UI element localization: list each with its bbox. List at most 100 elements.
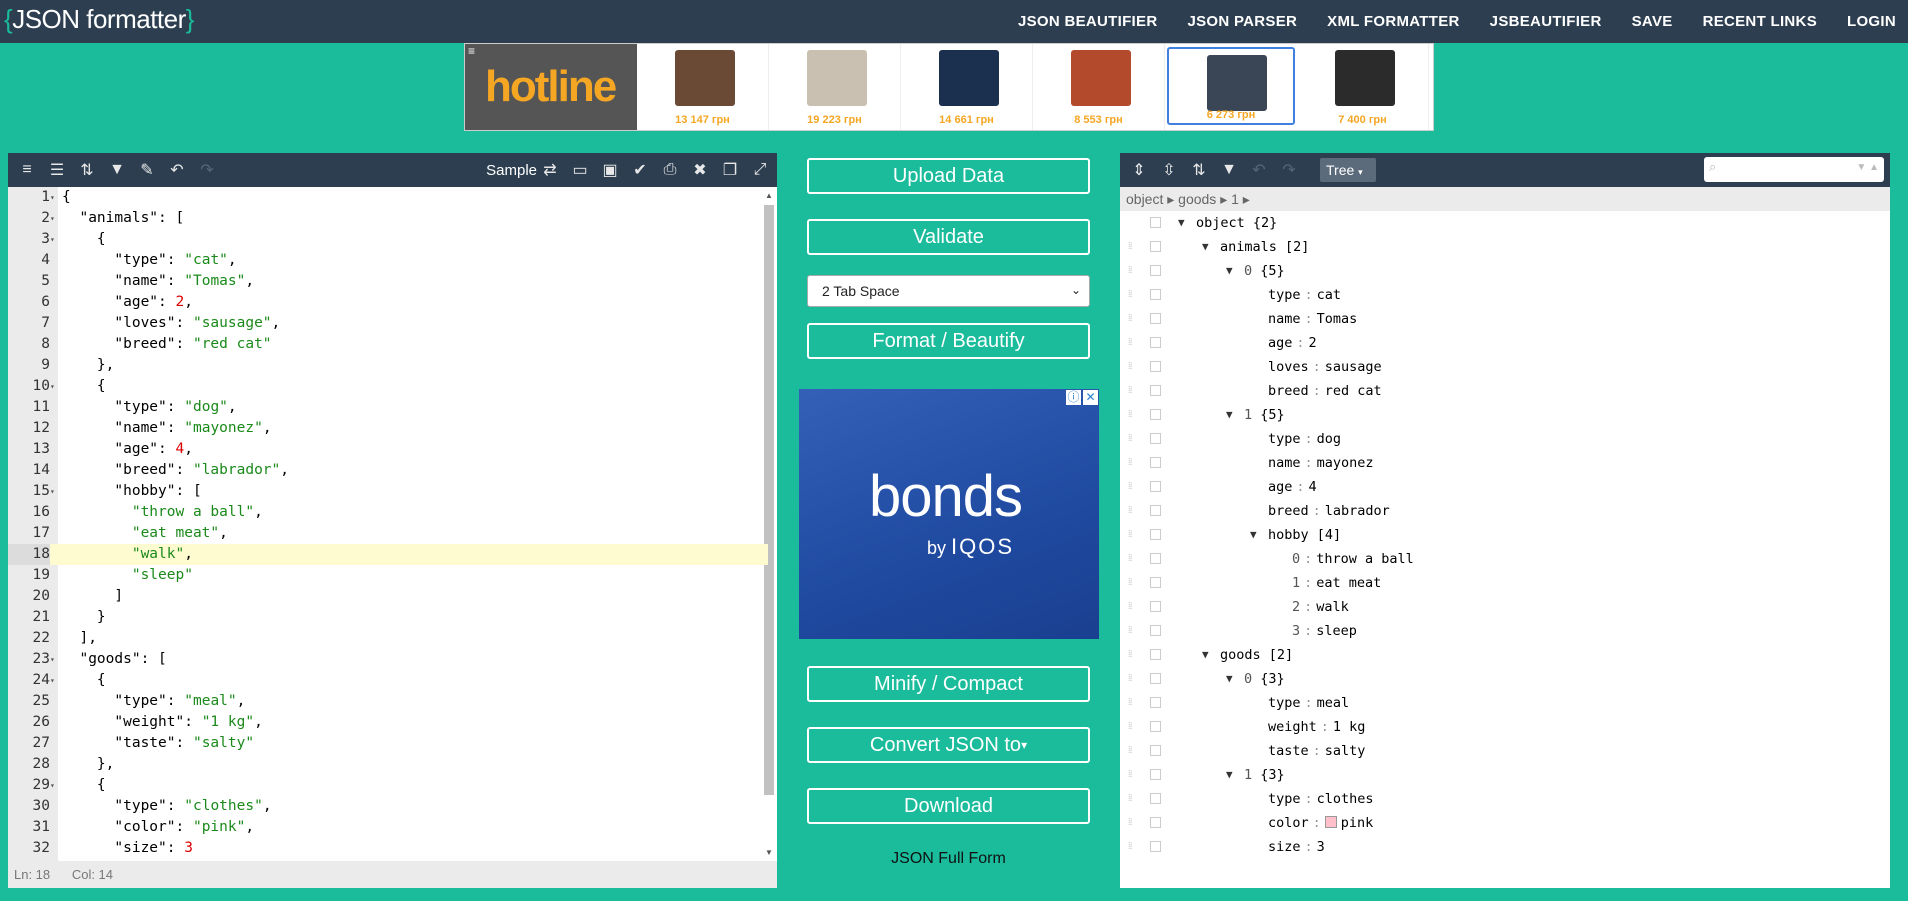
code-line[interactable]: 8 "breed": "red cat" (8, 334, 768, 355)
drag-handle-icon[interactable]: ⁞⁞ (1128, 811, 1132, 835)
node-checkbox[interactable] (1150, 505, 1161, 516)
drag-handle-icon[interactable]: ⁞⁞ (1128, 787, 1132, 811)
fold-toggle-icon[interactable]: ▾ (50, 208, 58, 229)
drag-handle-icon[interactable]: ⁞⁞ (1128, 835, 1132, 859)
tree-node[interactable]: ⁞⁞ ▼ 1 {5} (1120, 403, 1890, 427)
nav-item-xml-formatter[interactable]: XML FORMATTER (1327, 13, 1460, 30)
sort-icon[interactable]: ⇅ (1184, 153, 1214, 187)
tree-node[interactable]: ⁞⁞ ▼ 0 {5} (1120, 259, 1890, 283)
hotline-logo[interactable]: ≡ hotline (465, 44, 637, 130)
compact-icon[interactable]: ☰ (42, 153, 72, 187)
node-checkbox[interactable] (1150, 697, 1161, 708)
fold-toggle-icon[interactable]: ▾ (50, 649, 58, 670)
validate-check-icon[interactable]: ✔ (625, 153, 655, 187)
drag-handle-icon[interactable]: ⁞⁞ (1128, 715, 1132, 739)
node-checkbox[interactable] (1150, 265, 1161, 276)
node-checkbox[interactable] (1150, 601, 1161, 612)
nav-item-json-beautifier[interactable]: JSON BEAUTIFIER (1018, 13, 1158, 30)
node-checkbox[interactable] (1150, 289, 1161, 300)
node-checkbox[interactable] (1150, 457, 1161, 468)
copy-icon[interactable]: ❐ (715, 153, 745, 187)
code-line[interactable]: 2 ▾ "animals": [ (8, 208, 768, 229)
tree-node[interactable]: ⁞⁞ type: meal (1120, 691, 1890, 715)
code-line[interactable]: 1 ▾{ (8, 187, 768, 208)
upload-data-button[interactable]: Upload Data (807, 158, 1090, 194)
drag-handle-icon[interactable]: ⁞⁞ (1128, 595, 1132, 619)
nav-item-login[interactable]: LOGIN (1847, 13, 1896, 30)
drag-handle-icon[interactable]: ⁞⁞ (1128, 355, 1132, 379)
nav-item-jsbeautifier[interactable]: JSBEAUTIFIER (1490, 13, 1602, 30)
code-line[interactable]: 31 "color": "pink", (8, 817, 768, 838)
site-logo[interactable]: {JSON formatter} (4, 4, 194, 35)
code-line[interactable]: 18 "walk", (8, 544, 768, 565)
code-line[interactable]: 12 "name": "mayonez", (8, 418, 768, 439)
tree-node[interactable]: ⁞⁞ ▼ 1 {3} (1120, 763, 1890, 787)
drag-handle-icon[interactable]: ⁞⁞ (1128, 643, 1132, 667)
code-line[interactable]: 4 "type": "cat", (8, 250, 768, 271)
node-checkbox[interactable] (1150, 553, 1161, 564)
code-line[interactable]: 7 "loves": "sausage", (8, 313, 768, 334)
node-checkbox[interactable] (1150, 721, 1161, 732)
node-checkbox[interactable] (1150, 817, 1161, 828)
banner-product[interactable]: 19 223 грн (769, 44, 901, 130)
code-line[interactable]: 9 }, (8, 355, 768, 376)
view-mode-select[interactable]: Tree ▾ (1320, 158, 1376, 182)
tree-node[interactable]: ⁞⁞ type: dog (1120, 427, 1890, 451)
code-line[interactable]: 32 "size": 3 (8, 838, 768, 859)
tree-node[interactable]: ⁞⁞ ▼ hobby [4] (1120, 523, 1890, 547)
drag-handle-icon[interactable]: ⁞⁞ (1128, 235, 1132, 259)
convert-json-button[interactable]: Convert JSON to▾ (807, 727, 1090, 763)
tree-node[interactable]: ⁞⁞ breed: red cat (1120, 379, 1890, 403)
advertisement[interactable]: ⓘ ✕ bonds by IQOS (799, 389, 1099, 639)
code-line[interactable]: 29 ▾ { (8, 775, 768, 796)
menu-icon[interactable]: ≡ (468, 44, 475, 58)
tree-node[interactable]: ⁞⁞ weight:1 kg (1120, 715, 1890, 739)
node-checkbox[interactable] (1150, 769, 1161, 780)
tree-node[interactable]: ⁞⁞ 1: eat meat (1120, 571, 1890, 595)
expand-toggle-icon[interactable]: ▼ (1250, 523, 1257, 547)
tree-node[interactable]: ⁞⁞ 0: throw a ball (1120, 547, 1890, 571)
drag-handle-icon[interactable]: ⁞⁞ (1128, 283, 1132, 307)
node-checkbox[interactable] (1150, 433, 1161, 444)
fold-toggle-icon[interactable]: ▾ (50, 775, 58, 796)
indent-select[interactable]: 2 Tab Space ⌄ (807, 275, 1090, 307)
code-line[interactable]: 13 "age": 4, (8, 439, 768, 460)
node-checkbox[interactable] (1150, 793, 1161, 804)
fullscreen-icon[interactable]: ⤢ (745, 153, 775, 187)
minify-compact-button[interactable]: Minify / Compact (807, 666, 1090, 702)
drag-handle-icon[interactable]: ⁞⁞ (1128, 451, 1132, 475)
fold-toggle-icon[interactable]: ▾ (50, 187, 58, 208)
node-checkbox[interactable] (1150, 385, 1161, 396)
expand-toggle-icon[interactable]: ▼ (1202, 643, 1209, 667)
code-line[interactable]: 17 "eat meat", (8, 523, 768, 544)
code-line[interactable]: 27 "taste": "salty" (8, 733, 768, 754)
tree-node[interactable]: ⁞⁞ age:4 (1120, 475, 1890, 499)
sample-button[interactable]: Sample (486, 162, 537, 179)
fold-toggle-icon[interactable]: ▾ (50, 229, 58, 250)
drag-handle-icon[interactable]: ⁞⁞ (1128, 739, 1132, 763)
expand-toggle-icon[interactable]: ▼ (1226, 403, 1233, 427)
filter-icon[interactable]: ▼ (1214, 153, 1244, 187)
banner-product[interactable]: 13 147 грн (637, 44, 769, 130)
drag-handle-icon[interactable]: ⁞⁞ (1128, 667, 1132, 691)
fold-toggle-icon[interactable]: ▾ (50, 670, 58, 691)
json-tree[interactable]: ▼ object {2} ⁞⁞ ▼ animals [2] ⁞⁞ ▼ 0 {5} ⁞⁞ type:… (1120, 211, 1890, 888)
node-checkbox[interactable] (1150, 649, 1161, 660)
drag-handle-icon[interactable]: ⁞⁞ (1128, 259, 1132, 283)
tree-node[interactable]: ⁞⁞ taste: salty (1120, 739, 1890, 763)
ad-close-icon[interactable]: ✕ (1083, 390, 1098, 405)
json-full-form-link[interactable]: JSON Full Form (807, 850, 1090, 868)
tree-search-input[interactable]: ⌕ ▼ ▲ (1704, 157, 1884, 182)
banner-product[interactable]: 8 553 грн (1033, 44, 1165, 130)
tree-node[interactable]: ⁞⁞ loves: sausage (1120, 355, 1890, 379)
code-line[interactable]: 23 ▾ "goods": [ (8, 649, 768, 670)
undo-icon[interactable]: ↶ (162, 153, 192, 187)
node-checkbox[interactable] (1150, 313, 1161, 324)
json-code-editor[interactable]: ▲ ▼ 1 ▾{2 ▾ "animals": [3 ▾ {4 "type": "cat… (8, 187, 777, 861)
format-beautify-button[interactable]: Format / Beautify (807, 323, 1090, 359)
code-line[interactable]: 10 ▾ { (8, 376, 768, 397)
download-button[interactable]: Download (807, 788, 1090, 824)
nav-item-recent-links[interactable]: RECENT LINKS (1703, 13, 1817, 30)
drag-handle-icon[interactable]: ⁞⁞ (1128, 619, 1132, 643)
drag-handle-icon[interactable]: ⁞⁞ (1128, 763, 1132, 787)
